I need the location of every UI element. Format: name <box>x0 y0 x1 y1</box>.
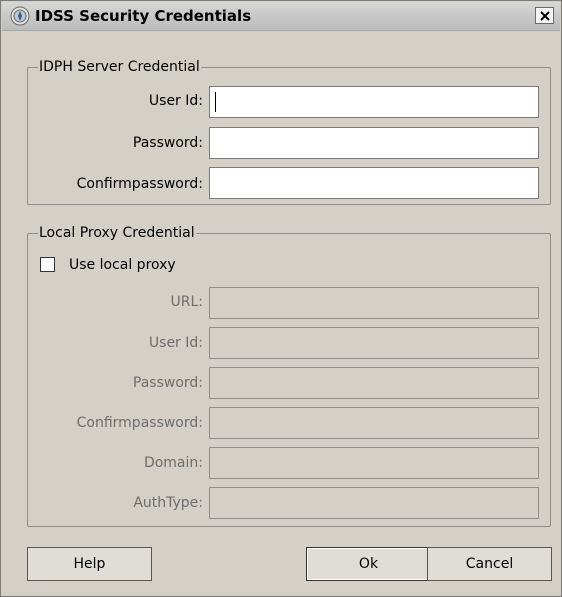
title-bar[interactable]: IDSS Security Credentials <box>2 2 560 31</box>
proxy-domain-field[interactable] <box>209 447 539 479</box>
proxy-password-field[interactable] <box>209 367 539 399</box>
proxy-user-id-field[interactable] <box>209 327 539 359</box>
server-credential-legend: IDPH Server Credential <box>39 59 200 75</box>
seal-icon <box>10 6 30 26</box>
proxy-url-field[interactable] <box>209 287 539 319</box>
proxy-url-label: URL: <box>170 294 204 310</box>
server-password-field[interactable] <box>209 127 539 159</box>
ok-button[interactable]: Ok <box>306 547 431 581</box>
server-user-id-label: User Id: <box>148 93 203 109</box>
dialog-title: IDSS Security Credentials <box>35 7 252 25</box>
proxy-password-label: Password: <box>132 375 203 391</box>
help-button[interactable]: Help <box>27 547 152 581</box>
proxy-credential-legend: Local Proxy Credential <box>39 225 195 241</box>
proxy-auth-type-field[interactable] <box>209 487 539 519</box>
credentials-dialog: IDSS Security Credentials IDPH Server Cr… <box>0 0 562 597</box>
server-confirm-password-label: Confirmpassword: <box>76 176 203 192</box>
proxy-domain-label: Domain: <box>143 455 203 471</box>
close-icon <box>540 11 550 21</box>
server-user-id-field[interactable] <box>209 86 539 118</box>
proxy-confirm-password-label: Confirmpassword: <box>76 415 203 431</box>
server-password-label: Password: <box>132 135 203 151</box>
proxy-auth-type-label: AuthType: <box>133 495 203 511</box>
close-button[interactable] <box>535 7 554 24</box>
proxy-confirm-password-field[interactable] <box>209 407 539 439</box>
text-caret <box>215 92 216 112</box>
cancel-button[interactable]: Cancel <box>427 547 552 581</box>
use-local-proxy-label[interactable]: Use local proxy <box>69 256 176 274</box>
use-local-proxy-checkbox[interactable] <box>40 257 55 272</box>
proxy-user-id-label: User Id: <box>148 335 203 351</box>
server-confirm-password-field[interactable] <box>209 167 539 199</box>
